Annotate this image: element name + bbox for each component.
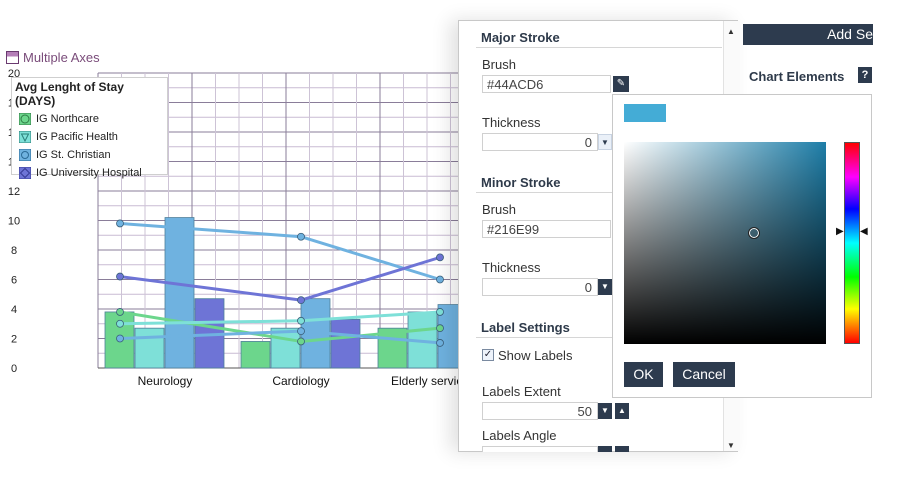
data-point <box>116 308 124 316</box>
legend-item-st-christian[interactable]: IG St. Christian <box>12 146 167 164</box>
legend-label: IG St. Christian <box>36 149 111 161</box>
color-cursor-handle[interactable] <box>748 227 760 239</box>
chevron-up-icon[interactable] <box>615 446 629 452</box>
chart-title[interactable]: Multiple Axes <box>6 50 100 65</box>
legend-item-northcare[interactable]: IG Northcare <box>12 110 167 128</box>
cancel-button[interactable]: Cancel <box>673 362 735 387</box>
triangle-marker-icon <box>19 131 31 143</box>
minor-thickness-input[interactable]: 0 <box>482 278 598 296</box>
pencil-icon[interactable]: ✎ <box>613 76 629 92</box>
major-thickness-label: Thickness <box>482 115 541 130</box>
major-thickness-input[interactable]: 0 <box>482 133 598 151</box>
hue-pointer-left-icon[interactable]: ▶ <box>836 226 844 237</box>
chart-icon <box>6 51 19 64</box>
minor-stroke-title: Minor Stroke <box>481 175 561 190</box>
bar <box>134 327 165 369</box>
labels-extent-label: Labels Extent <box>482 384 561 399</box>
circle-marker-icon <box>19 113 31 125</box>
legend-label: IG University Hospital <box>36 167 142 179</box>
y-tick-label: 2 <box>11 334 17 346</box>
scroll-up-arrow-icon[interactable]: ▲ <box>727 27 735 36</box>
legend-item-pacific-health[interactable]: IG Pacific Health <box>12 128 167 146</box>
data-point <box>297 337 305 346</box>
bar <box>240 341 271 369</box>
data-point <box>297 327 305 336</box>
bar <box>330 318 361 369</box>
major-brush-label: Brush <box>482 57 516 72</box>
hue-slider[interactable] <box>844 142 860 344</box>
chevron-down-icon[interactable]: ▼ <box>598 279 612 295</box>
legend-title: Avg Lenght of Stay (DAYS) <box>15 80 124 108</box>
add-series-button[interactable]: Add Se <box>743 24 873 45</box>
bar <box>164 217 195 369</box>
y-tick-label: 4 <box>11 304 17 316</box>
data-point <box>297 316 305 325</box>
hue-pointer-right-icon[interactable]: ◀ <box>860 226 868 237</box>
ok-button[interactable]: OK <box>624 362 663 387</box>
labels-angle-label: Labels Angle <box>482 428 557 443</box>
y-tick-label: 12 <box>8 186 20 198</box>
legend-label: IG Pacific Health <box>36 131 118 143</box>
chevron-down-icon[interactable]: ▼ <box>598 134 612 150</box>
bar <box>270 327 301 369</box>
add-series-label: Add Se <box>827 26 873 42</box>
diamond-marker-icon <box>19 167 31 179</box>
data-point <box>297 296 305 305</box>
scroll-down-arrow-icon[interactable]: ▼ <box>727 441 735 450</box>
help-icon[interactable]: ? <box>858 67 872 83</box>
x-tick-label: Cardiology <box>272 374 329 388</box>
minor-brush-input[interactable]: #216E99 <box>482 220 611 238</box>
major-brush-input[interactable]: #44ACD6 <box>482 75 611 93</box>
y-tick-label: 10 <box>8 216 20 228</box>
x-tick-label: Neurology <box>138 374 193 388</box>
chart-legend: Avg Lenght of Stay (DAYS) IG Northcare I… <box>11 77 168 179</box>
minor-thickness-label: Thickness <box>482 260 541 275</box>
data-point <box>116 272 124 281</box>
chart-title-label: Multiple Axes <box>23 50 100 65</box>
chart-elements-title: Chart Elements <box>749 69 845 84</box>
chevron-down-icon[interactable]: ▼ <box>598 403 612 419</box>
color-preview-swatch <box>624 104 666 122</box>
legend-label: IG Northcare <box>36 113 99 125</box>
labels-angle-input[interactable] <box>482 446 598 452</box>
labels-extent-input[interactable]: 50 <box>482 402 598 420</box>
data-point <box>297 232 305 241</box>
data-point <box>116 219 124 228</box>
data-point <box>436 324 444 333</box>
chevron-up-icon[interactable]: ▲ <box>615 403 629 419</box>
data-point <box>116 334 124 343</box>
data-point <box>436 275 444 284</box>
y-tick-label: 0 <box>11 363 17 375</box>
data-point <box>116 319 124 328</box>
major-stroke-title: Major Stroke <box>481 30 560 45</box>
divider <box>476 47 722 48</box>
show-labels-checkbox[interactable]: ✓ <box>482 349 494 361</box>
label-settings-title: Label Settings <box>481 320 570 335</box>
saturation-value-area[interactable] <box>624 142 826 344</box>
legend-item-university-hospital[interactable]: IG University Hospital <box>12 164 167 182</box>
data-point <box>436 308 444 316</box>
minor-brush-label: Brush <box>482 202 516 217</box>
y-tick-label: 6 <box>11 275 17 287</box>
data-point <box>436 339 444 347</box>
y-tick-label: 8 <box>11 245 17 257</box>
data-point <box>436 253 444 262</box>
show-labels-label: Show Labels <box>498 348 573 363</box>
circle-marker-icon <box>19 149 31 161</box>
chevron-down-icon[interactable] <box>598 446 612 452</box>
